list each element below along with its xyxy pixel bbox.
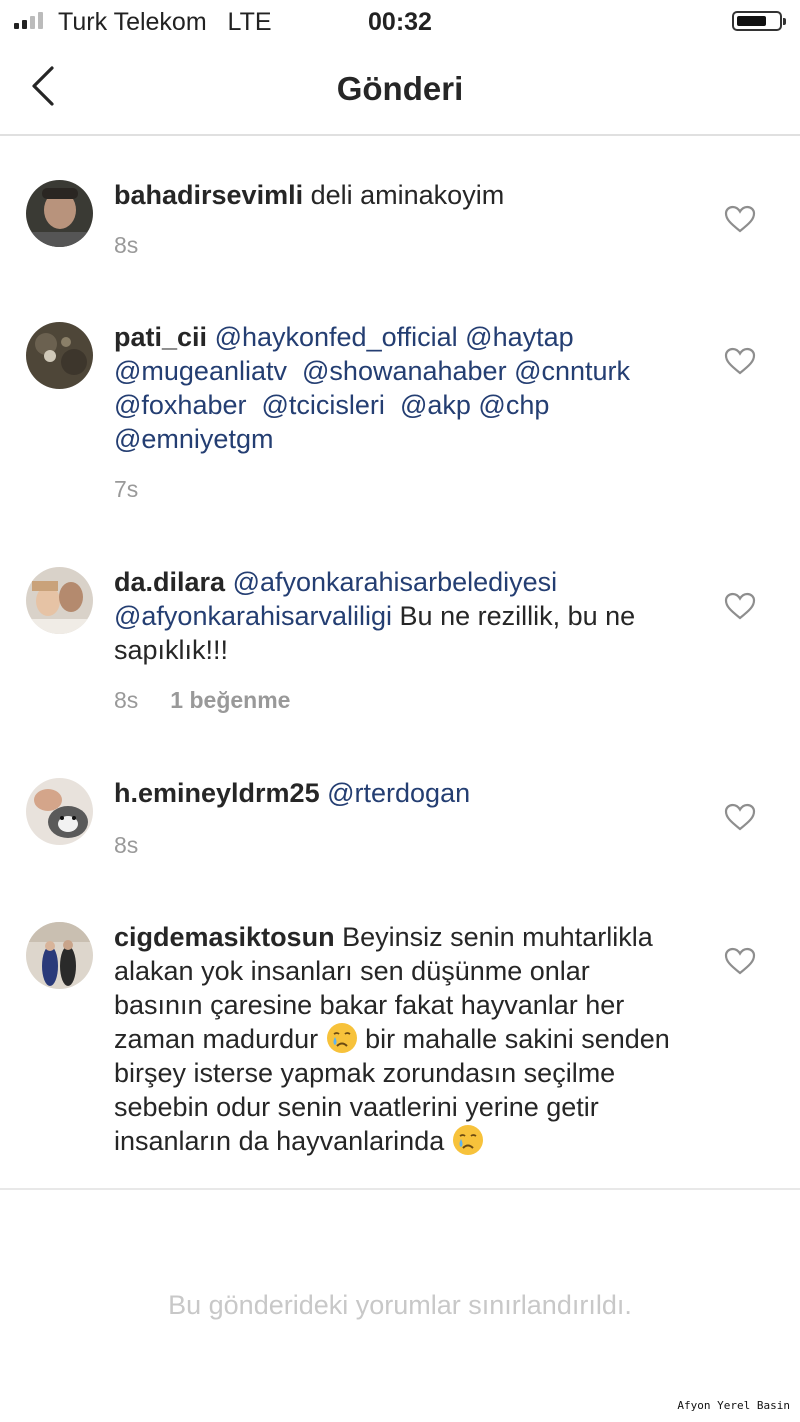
- likes-count[interactable]: 1 beğenme: [170, 687, 290, 713]
- mention-link[interactable]: @afyonkarahisarvaliligi: [114, 601, 392, 631]
- heart-icon[interactable]: [724, 591, 756, 621]
- comment-time: 8s: [114, 232, 139, 258]
- avatar[interactable]: [26, 180, 93, 247]
- nav-bar: Gönderi: [0, 44, 800, 136]
- comment-meta: 7s: [114, 476, 138, 503]
- mention-link[interactable]: @rterdogan: [327, 778, 470, 808]
- mention-link[interactable]: @chp: [478, 390, 549, 420]
- mention-link[interactable]: @cnnturk: [514, 356, 630, 386]
- comment-username[interactable]: bahadirsevimli: [114, 180, 303, 210]
- comment-username[interactable]: h.emineyldrm25: [114, 778, 320, 808]
- comment-meta: 8s: [114, 232, 138, 259]
- comment-text: h.emineyldrm25 @rterdogan: [114, 776, 684, 810]
- mention-link[interactable]: @foxhaber: [114, 390, 246, 420]
- restricted-comments-notice: Bu gönderideki yorumlar sınırlandırıldı.: [168, 1290, 632, 1320]
- comment-meta: 8s 1 beğenme: [114, 687, 290, 714]
- comment-time: 8s: [114, 687, 139, 713]
- heart-icon[interactable]: [724, 204, 756, 234]
- comment-username[interactable]: pati_cii: [114, 322, 207, 352]
- comment-meta: 8s: [114, 832, 138, 859]
- heart-icon[interactable]: [724, 346, 756, 376]
- mention-link[interactable]: @mugeanliatv: [114, 356, 287, 386]
- crying-face-icon: [452, 1125, 483, 1155]
- avatar[interactable]: [26, 322, 93, 389]
- mention-link[interactable]: @akp: [400, 390, 471, 420]
- mention-link[interactable]: @emniyetgm: [114, 424, 273, 454]
- comment-time: 8s: [114, 832, 139, 858]
- avatar[interactable]: [26, 922, 93, 989]
- comment-text: da.dilara @afyonkarahisarbelediyesi @afy…: [114, 565, 684, 667]
- comment-text: bahadirsevimli deli aminakoyim: [114, 178, 684, 212]
- heart-icon[interactable]: [724, 802, 756, 832]
- comment-username[interactable]: da.dilara: [114, 567, 225, 597]
- comment-text: pati_cii @haykonfed_official @haytap @mu…: [114, 320, 684, 456]
- mention-link[interactable]: @tcicisleri: [262, 390, 385, 420]
- mention-link[interactable]: @haykonfed_official: [215, 322, 458, 352]
- comment-text: cigdemasiktosun Beyinsiz senin muhtarlik…: [114, 920, 684, 1158]
- status-time: 00:32: [368, 8, 432, 36]
- comment-body: deli aminakoyim: [310, 180, 505, 210]
- heart-icon[interactable]: [724, 946, 756, 976]
- comment-username[interactable]: cigdemasiktosun: [114, 922, 335, 952]
- avatar[interactable]: [26, 567, 93, 634]
- avatar[interactable]: [26, 778, 93, 845]
- battery-icon: [732, 11, 786, 31]
- mention-link[interactable]: @showanahaber: [302, 356, 507, 386]
- status-bar: Turk Telekom LTE 00:32: [0, 0, 800, 44]
- watermark: Afyon Yerel Basin: [677, 1399, 790, 1412]
- comment-restriction-footer: Bu gönderideki yorumlar sınırlandırıldı.: [0, 1188, 800, 1422]
- mention-link[interactable]: @haytap: [465, 322, 573, 352]
- mention-link[interactable]: @afyonkarahisarbelediyesi: [233, 567, 558, 597]
- crying-face-icon: [326, 1023, 357, 1053]
- page-title: Gönderi: [336, 70, 464, 107]
- comment-time: 7s: [114, 476, 139, 502]
